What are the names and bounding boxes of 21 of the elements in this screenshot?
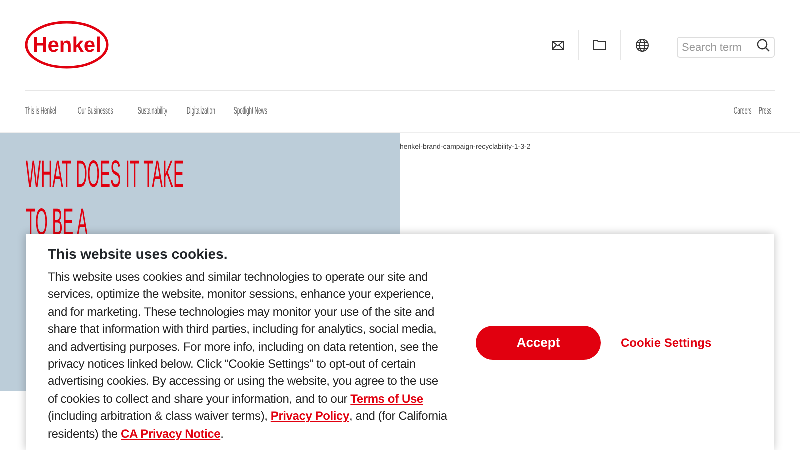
globe-icon[interactable] bbox=[636, 38, 648, 52]
nav-link[interactable]: Our Businesses bbox=[78, 104, 114, 119]
nav-link[interactable]: Spotlight News bbox=[234, 104, 268, 119]
banner-title: This website uses cookies. bbox=[48, 245, 229, 264]
folder-icon[interactable] bbox=[593, 40, 606, 50]
mail-icon[interactable] bbox=[552, 40, 564, 50]
headline: WHAT DOES IT TAKE bbox=[26, 153, 184, 198]
logo[interactable]: Henkel bbox=[25, 21, 109, 69]
nav-link[interactable]: Sustainability bbox=[138, 104, 168, 119]
accept-button[interactable]: Accept bbox=[476, 326, 601, 360]
nav-link[interactable]: Press bbox=[759, 104, 772, 119]
nav-link[interactable]: This is Henkel bbox=[25, 104, 56, 119]
cookie-settings-link[interactable]: Cookie Settings bbox=[621, 326, 712, 360]
policy-link[interactable]: CA Privacy Notice bbox=[121, 426, 221, 441]
policy-link[interactable]: Privacy Policy bbox=[270, 409, 350, 424]
banner-text: This website uses cookies and similar technologies to operate our site and services, optimize the website, monitor sessions, enhance your experience, and for marketing. These technologies may monitor your use of the site and share that information with third parties, including for analytics, social media, and advertising purposes. For more info, including on data retention, see the privacy notices linked below. Click “Cookie Settings” to opt-out of certain advertising cookies. By accessing or using the website, you agree to the use of cookies to collect and share your information, and to our Terms of Use (including arbitration & class waiver terms), Privacy Policy, and (for California residents) the CA Privacy Notice. bbox=[48, 269, 448, 443]
nav-link[interactable]: Digitalization bbox=[187, 104, 216, 119]
search-icon[interactable] bbox=[757, 38, 770, 52]
policy-link[interactable]: Terms of Use bbox=[350, 392, 424, 406]
search-field[interactable]: Search term bbox=[677, 37, 775, 58]
nav-link[interactable]: Careers bbox=[734, 104, 752, 119]
